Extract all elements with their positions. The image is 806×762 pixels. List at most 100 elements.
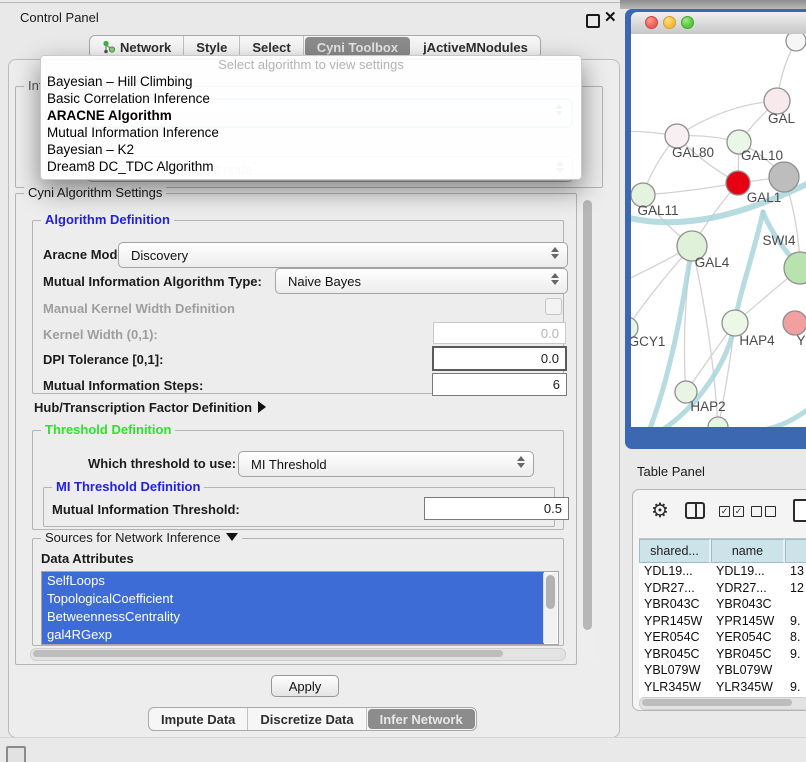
tab-impute-data[interactable]: Impute Data bbox=[149, 708, 248, 730]
node-label: Y bbox=[796, 333, 805, 348]
mi-type-label: Mutual Information Algorithm Type: bbox=[43, 274, 262, 289]
node-label: GAL1 bbox=[747, 190, 782, 205]
table-horizontal-scrollbar[interactable] bbox=[639, 697, 806, 710]
combo-arrows-icon bbox=[551, 247, 559, 259]
data-attributes-list[interactable]: SelfLoopsTopologicalCoefficientBetweenne… bbox=[41, 571, 559, 645]
apply-button[interactable]: Apply bbox=[271, 675, 339, 697]
column-header[interactable]: A bbox=[785, 539, 806, 563]
mi-threshold-label: Mutual Information Threshold: bbox=[52, 502, 240, 517]
manual-kernel-checkbox[interactable] bbox=[545, 298, 562, 315]
attribute-item[interactable]: SelfLoops bbox=[42, 572, 544, 590]
close-icon[interactable]: ✕ bbox=[604, 8, 617, 26]
deselect-all-icon[interactable] bbox=[751, 506, 776, 517]
attribute-item[interactable]: gal4RGexp bbox=[42, 626, 544, 644]
aracne-mode-label: Aracne Mode: bbox=[43, 247, 129, 262]
tab-cyni-toolbox[interactable]: Cyni Toolbox bbox=[305, 37, 410, 57]
table-header: shared...nameA bbox=[639, 539, 806, 563]
network-icon bbox=[102, 40, 115, 54]
data-attributes-label: Data Attributes bbox=[41, 551, 134, 566]
float-window-icon[interactable] bbox=[586, 14, 600, 28]
network-node[interactable] bbox=[769, 162, 799, 192]
cyni-algorithm-settings-group: Cyni Algorithm Settings Algorithm Defini… bbox=[15, 193, 577, 665]
network-node[interactable] bbox=[708, 417, 728, 427]
table-row[interactable]: YBL079WYBL079W bbox=[639, 662, 806, 679]
screen: Control Panel ✕ NetworkStyleSelectCyni T… bbox=[0, 0, 806, 762]
node-label: HAP4 bbox=[739, 333, 775, 348]
tab-discretize-data[interactable]: Discretize Data bbox=[248, 708, 366, 730]
attribute-item[interactable]: BetweennessCentrality bbox=[42, 608, 544, 626]
node-label: GAL4 bbox=[695, 255, 730, 270]
column-header[interactable]: name bbox=[711, 539, 785, 563]
network-window-titlebar[interactable] bbox=[631, 12, 806, 35]
algorithm-option[interactable]: Bayesian – Hill Climbing bbox=[41, 73, 581, 90]
cyni-bottom-tabbar: Impute DataDiscretize DataInfer Network bbox=[148, 707, 477, 731]
network-edge bbox=[755, 406, 806, 427]
which-threshold-select[interactable]: MI Threshold bbox=[238, 451, 534, 477]
control-panel-title: Control Panel bbox=[20, 10, 99, 25]
dpi-tolerance-label: DPI Tolerance [0,1]: bbox=[43, 352, 163, 367]
select-all-icon[interactable]: ✓✓ bbox=[719, 506, 744, 517]
settings-horizontal-scrollbar[interactable] bbox=[30, 648, 566, 661]
algorithm-option[interactable]: Dream8 DC_TDC Algorithm bbox=[41, 158, 581, 175]
popup-placeholder: Select algorithm to view settings bbox=[41, 56, 581, 73]
node-label: GAL11 bbox=[637, 203, 678, 218]
network-node[interactable] bbox=[786, 34, 806, 51]
table-row[interactable]: YDR27...YDR27...12 bbox=[639, 580, 806, 597]
list-scrollbar[interactable] bbox=[543, 573, 557, 643]
collapsed-arrow-icon bbox=[258, 401, 266, 413]
aracne-mode-select[interactable]: Discovery bbox=[118, 242, 568, 268]
sources-toggle[interactable]: Sources for Network Inference bbox=[41, 530, 242, 545]
table-row[interactable]: YLR345WYLR345W9. bbox=[639, 679, 806, 696]
algorithm-option[interactable]: Basic Correlation Inference bbox=[41, 90, 581, 107]
mi-threshold-field[interactable]: 0.5 bbox=[424, 497, 569, 520]
columns-icon[interactable] bbox=[685, 502, 705, 519]
mi-type-select[interactable]: Naive Bayes bbox=[275, 268, 568, 294]
algorithm-dropdown-popup: Select algorithm to view settings Bayesi… bbox=[40, 55, 582, 180]
threshold-definition-group: Threshold Definition Which threshold to … bbox=[32, 430, 564, 530]
divider bbox=[0, 737, 806, 738]
tab-infer-network[interactable]: Infer Network bbox=[368, 709, 475, 729]
node-label: HAP2 bbox=[690, 399, 725, 414]
which-threshold-label: Which threshold to use: bbox=[88, 456, 236, 471]
zoom-traffic-light-icon[interactable] bbox=[681, 16, 694, 29]
hub-definition-toggle[interactable]: Hub/Transcription Factor Definition bbox=[34, 400, 266, 415]
network-canvas[interactable]: GALGAL80GAL10GAL1GAL11SWI4GAL4GCY1HAP4YH… bbox=[631, 34, 806, 427]
table-panel-window: ⚙ ✓✓ shared...nameA YDL19...YDL19...13YD… bbox=[632, 489, 806, 711]
table-panel-title: Table Panel bbox=[637, 464, 705, 479]
app-window-edge bbox=[620, 0, 806, 9]
expanded-arrow-icon bbox=[226, 533, 238, 541]
sources-group: Sources for Network Inference Data Attri… bbox=[32, 538, 564, 646]
network-view-window: GALGAL80GAL10GAL1GAL11SWI4GAL4GCY1HAP4YH… bbox=[625, 9, 806, 449]
mi-steps-field[interactable]: 6 bbox=[432, 373, 567, 396]
algorithm-option[interactable]: Mutual Information Inference bbox=[41, 124, 581, 141]
gear-icon[interactable]: ⚙ bbox=[651, 498, 669, 523]
table-row[interactable]: YER054CYER054C8. bbox=[639, 629, 806, 646]
network-edge bbox=[643, 183, 738, 195]
table-body: YDL19...YDL19...13YDR27...YDR27...12YBR0… bbox=[639, 563, 806, 697]
kernel-width-label: Kernel Width (0,1): bbox=[43, 327, 158, 342]
network-node-y[interactable] bbox=[783, 311, 806, 335]
network-graph: GALGAL80GAL10GAL1GAL11SWI4GAL4GCY1HAP4YH… bbox=[631, 34, 806, 427]
dpi-tolerance-field[interactable]: 0.0 bbox=[432, 346, 567, 371]
column-header[interactable]: shared... bbox=[639, 539, 711, 563]
node-label: GAL10 bbox=[741, 148, 783, 163]
algorithm-option[interactable]: ARACNE Algorithm bbox=[41, 107, 581, 124]
settings-vertical-scrollbar[interactable] bbox=[581, 196, 594, 662]
node-label: GCY1 bbox=[631, 334, 665, 349]
minimized-panel-icon[interactable] bbox=[6, 746, 26, 762]
attribute-item[interactable]: TopologicalCoefficient bbox=[42, 590, 544, 608]
table-row[interactable]: YBR045CYBR045C9. bbox=[639, 646, 806, 663]
combo-arrows-icon bbox=[517, 456, 525, 468]
close-traffic-light-icon[interactable] bbox=[645, 16, 658, 29]
node-table: shared...nameA YDL19...YDL19...13YDR27..… bbox=[639, 538, 806, 697]
table-row[interactable]: YDL19...YDL19...13 bbox=[639, 563, 806, 580]
node-label: GAL80 bbox=[672, 145, 714, 160]
kernel-width-field[interactable]: 0.0 bbox=[433, 322, 566, 344]
manual-kernel-label: Manual Kernel Width Definition bbox=[43, 301, 235, 316]
new-table-icon[interactable] bbox=[793, 499, 806, 522]
table-row[interactable]: YPR145WYPR145W9. bbox=[639, 613, 806, 630]
minimize-traffic-light-icon[interactable] bbox=[663, 16, 676, 29]
table-row[interactable]: YBR043CYBR043C bbox=[639, 596, 806, 613]
algorithm-option[interactable]: Bayesian – K2 bbox=[41, 141, 581, 158]
node-label: SWI4 bbox=[762, 233, 795, 248]
